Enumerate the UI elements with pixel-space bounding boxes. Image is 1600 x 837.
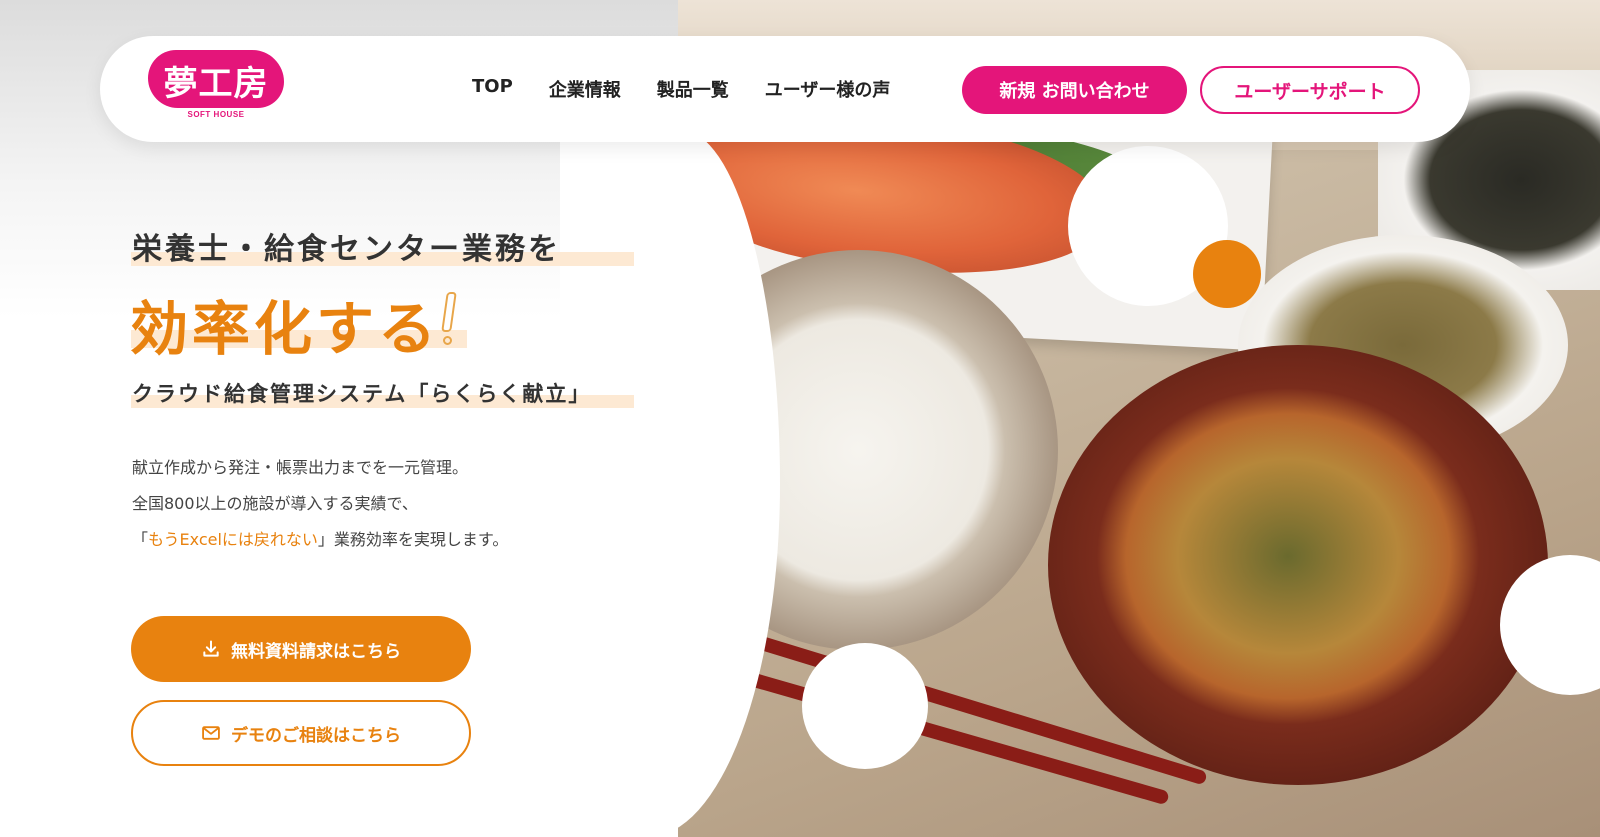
hero-subheading: 栄養士・給食センター業務を [132, 232, 561, 267]
hero-description: 献立作成から発注・帳票出力までを一元管理。 全国800以上の施設が導入する実績で… [132, 458, 509, 549]
download-icon [203, 640, 219, 657]
hero-heading: 効率化する [130, 295, 441, 363]
logo-text: 夢工房 [163, 64, 269, 104]
main-nav: TOP 企業情報 製品一覧 ユーザー様の声 [472, 76, 890, 102]
exclamation-icon [440, 292, 458, 346]
logo-subtext: SOFT HOUSE [187, 110, 245, 119]
product-tagline: クラウド給食管理システム「らくらく献立」 [132, 382, 592, 406]
site-logo[interactable]: 夢工房 SOFT HOUSE [148, 50, 284, 128]
user-support-button[interactable]: ユーザーサポート [1200, 66, 1420, 114]
site-header: 夢工房 SOFT HOUSE TOP 企業情報 製品一覧 ユーザー様の声 新規 … [100, 36, 1470, 142]
request-materials-button[interactable]: 無料資料請求はこちら [131, 616, 471, 682]
nav-item-products[interactable]: 製品一覧 [657, 76, 729, 102]
demo-consultation-label: デモのご相談はこちら [231, 725, 401, 746]
miso-soup-bowl [1048, 345, 1548, 785]
request-materials-label: 無料資料請求はこちら [231, 641, 401, 662]
nav-item-top[interactable]: TOP [472, 76, 513, 102]
mail-icon [202, 726, 220, 740]
deco-circle [1193, 240, 1261, 308]
accent-phrase: もうExcelには戻れない [148, 530, 318, 549]
deco-circle [802, 643, 928, 769]
inquiry-button[interactable]: 新規 お問い合わせ [962, 66, 1187, 114]
nav-item-testimonials[interactable]: ユーザー様の声 [765, 76, 891, 102]
nav-item-company[interactable]: 企業情報 [549, 76, 621, 102]
demo-consultation-button[interactable]: デモのご相談はこちら [131, 700, 471, 766]
